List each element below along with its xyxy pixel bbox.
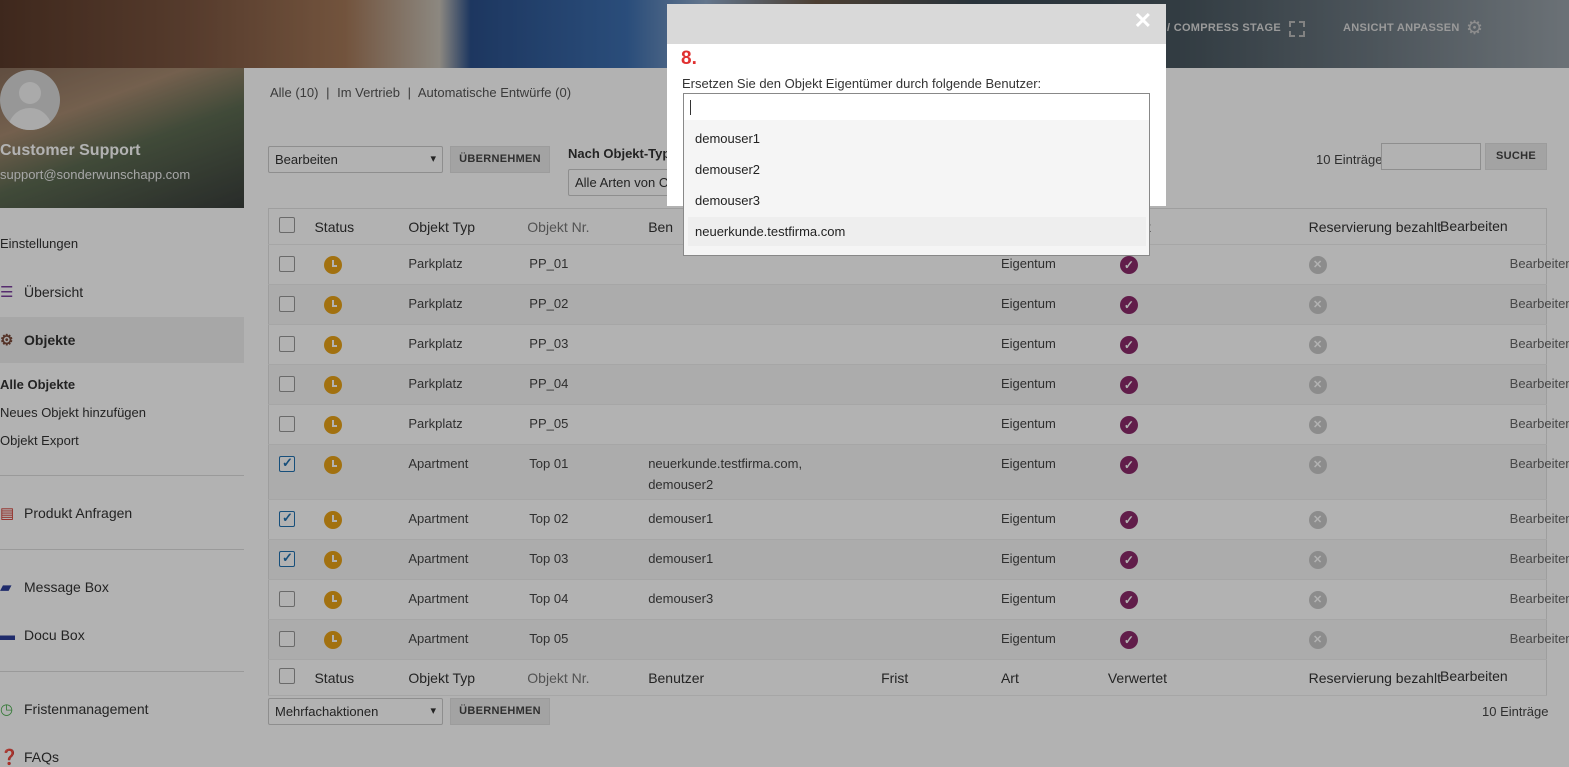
user-option-demouser2[interactable]: demouser2 xyxy=(688,155,1146,184)
modal-header: ✕ xyxy=(667,4,1166,44)
text-caret xyxy=(690,100,691,115)
user-search-input[interactable] xyxy=(684,94,1149,120)
user-select-combobox[interactable]: demouser1 demouser2 demouser3 neuerkunde… xyxy=(683,93,1150,256)
modal-label: Ersetzen Sie den Objekt Eigentümer durch… xyxy=(682,76,1042,91)
close-icon[interactable]: ✕ xyxy=(1134,8,1152,34)
user-option-demouser3[interactable]: demouser3 xyxy=(688,186,1146,215)
step-number: 8. xyxy=(681,48,697,69)
user-option-demouser1[interactable]: demouser1 xyxy=(688,124,1146,153)
user-option-neuerkunde[interactable]: neuerkunde.testfirma.com xyxy=(688,217,1146,246)
user-options-list: demouser1 demouser2 demouser3 neuerkunde… xyxy=(684,120,1149,255)
